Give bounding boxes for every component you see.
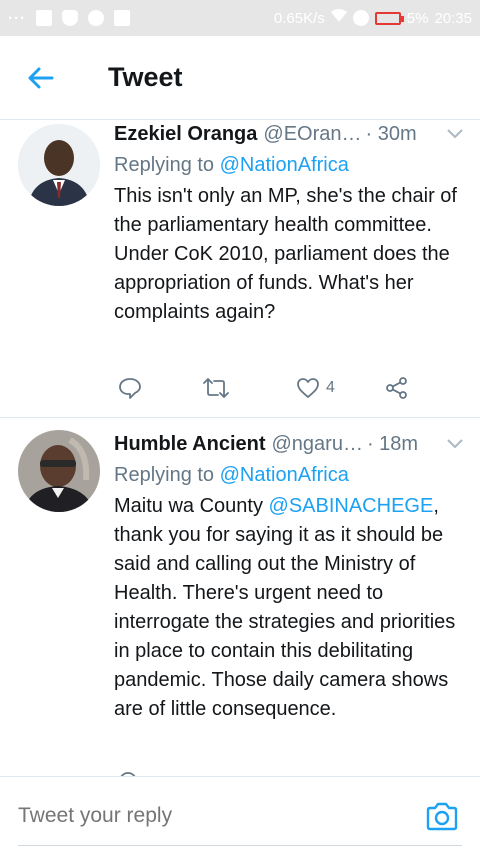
camera-button[interactable] (424, 799, 460, 835)
wifi-icon (330, 9, 347, 27)
chevron-down-icon[interactable] (446, 438, 464, 450)
chevron-down-icon[interactable] (446, 128, 464, 140)
battery-percent: 5% (406, 9, 429, 27)
back-button[interactable] (0, 36, 80, 120)
avatar[interactable] (18, 430, 100, 512)
tweet-text-mention[interactable]: @SABINACHEGE (269, 495, 434, 517)
sim-icon (36, 10, 52, 26)
like-button[interactable]: 4 (296, 377, 335, 399)
tweet-meta: Ezekiel Oranga @EOran… · 30m (114, 120, 464, 148)
replying-to: Replying to @NationAfrica (114, 460, 464, 490)
replying-to-mention[interactable]: @NationAfrica (220, 154, 349, 176)
status-time: 20:35 (434, 9, 472, 27)
status-right: 0.65K/s 5% 20:35 (274, 9, 472, 27)
shield-icon (62, 10, 78, 26)
replying-prefix: Replying to (114, 154, 220, 176)
alarm-icon (352, 10, 369, 26)
author-handle[interactable]: @ngaru… (272, 430, 363, 458)
share-icon (386, 377, 407, 399)
arrow-left-icon (28, 67, 54, 88)
network-speed: 0.65K/s (273, 9, 325, 27)
retweet-button[interactable] (202, 376, 230, 400)
tweet-text: Maitu wa County @SABINACHEGE, thank you … (114, 492, 464, 724)
status-bar: ··· 0.65K/s 5% 20:35 (0, 0, 480, 36)
reply-icon (119, 378, 141, 399)
author-name[interactable]: Humble Ancient (114, 430, 266, 458)
retweet-icon (203, 378, 229, 398)
reply-composer (0, 776, 480, 854)
reply-input[interactable] (18, 799, 398, 833)
tweet[interactable]: Ezekiel Oranga @EOran… · 30m Replying to… (0, 120, 480, 418)
tweet-text: This isn't only an MP, she's the chair o… (114, 185, 457, 323)
tweet-text-prefix: Maitu wa County (114, 495, 269, 517)
tweet[interactable]: Humble Ancient @ngaru… · 18m Replying to… (0, 418, 480, 776)
replying-to-mention[interactable]: @NationAfrica (220, 464, 349, 486)
tweet-time: · 18m (366, 433, 419, 455)
camera-icon (426, 802, 458, 831)
avatar[interactable] (18, 124, 100, 206)
tweet-meta: Humble Ancient @ngaru… · 18m (114, 430, 464, 458)
clock-icon (88, 10, 104, 26)
tweet-actions: 4 (114, 372, 420, 404)
author-name[interactable]: Ezekiel Oranga (114, 120, 257, 148)
tweet-text-rest: , thank you for saying it as it should b… (114, 495, 456, 720)
tweet-time: · 30m (365, 123, 417, 145)
image-icon (114, 10, 130, 26)
reply-feed[interactable]: Ezekiel Oranga @EOran… · 30m Replying to… (0, 120, 480, 776)
tweet-content: Ezekiel Oranga @EOran… · 30m Replying to… (114, 120, 464, 327)
status-dots: ··· (8, 9, 26, 27)
battery-icon (374, 11, 404, 25)
status-left: ··· (8, 10, 130, 27)
replying-to: Replying to @NationAfrica (114, 150, 464, 180)
tweet-content: Humble Ancient @ngaru… · 18m Replying to… (114, 430, 464, 724)
top-app-bar: Tweet (0, 36, 480, 120)
author-handle[interactable]: @EOran… (263, 120, 361, 148)
share-button[interactable] (384, 376, 410, 400)
replying-prefix: Replying to (114, 464, 220, 486)
reply-button[interactable] (118, 376, 142, 400)
heart-icon (297, 378, 319, 398)
page-title: Tweet (108, 62, 183, 92)
reply-underline (18, 845, 462, 846)
like-count: 4 (326, 379, 335, 396)
